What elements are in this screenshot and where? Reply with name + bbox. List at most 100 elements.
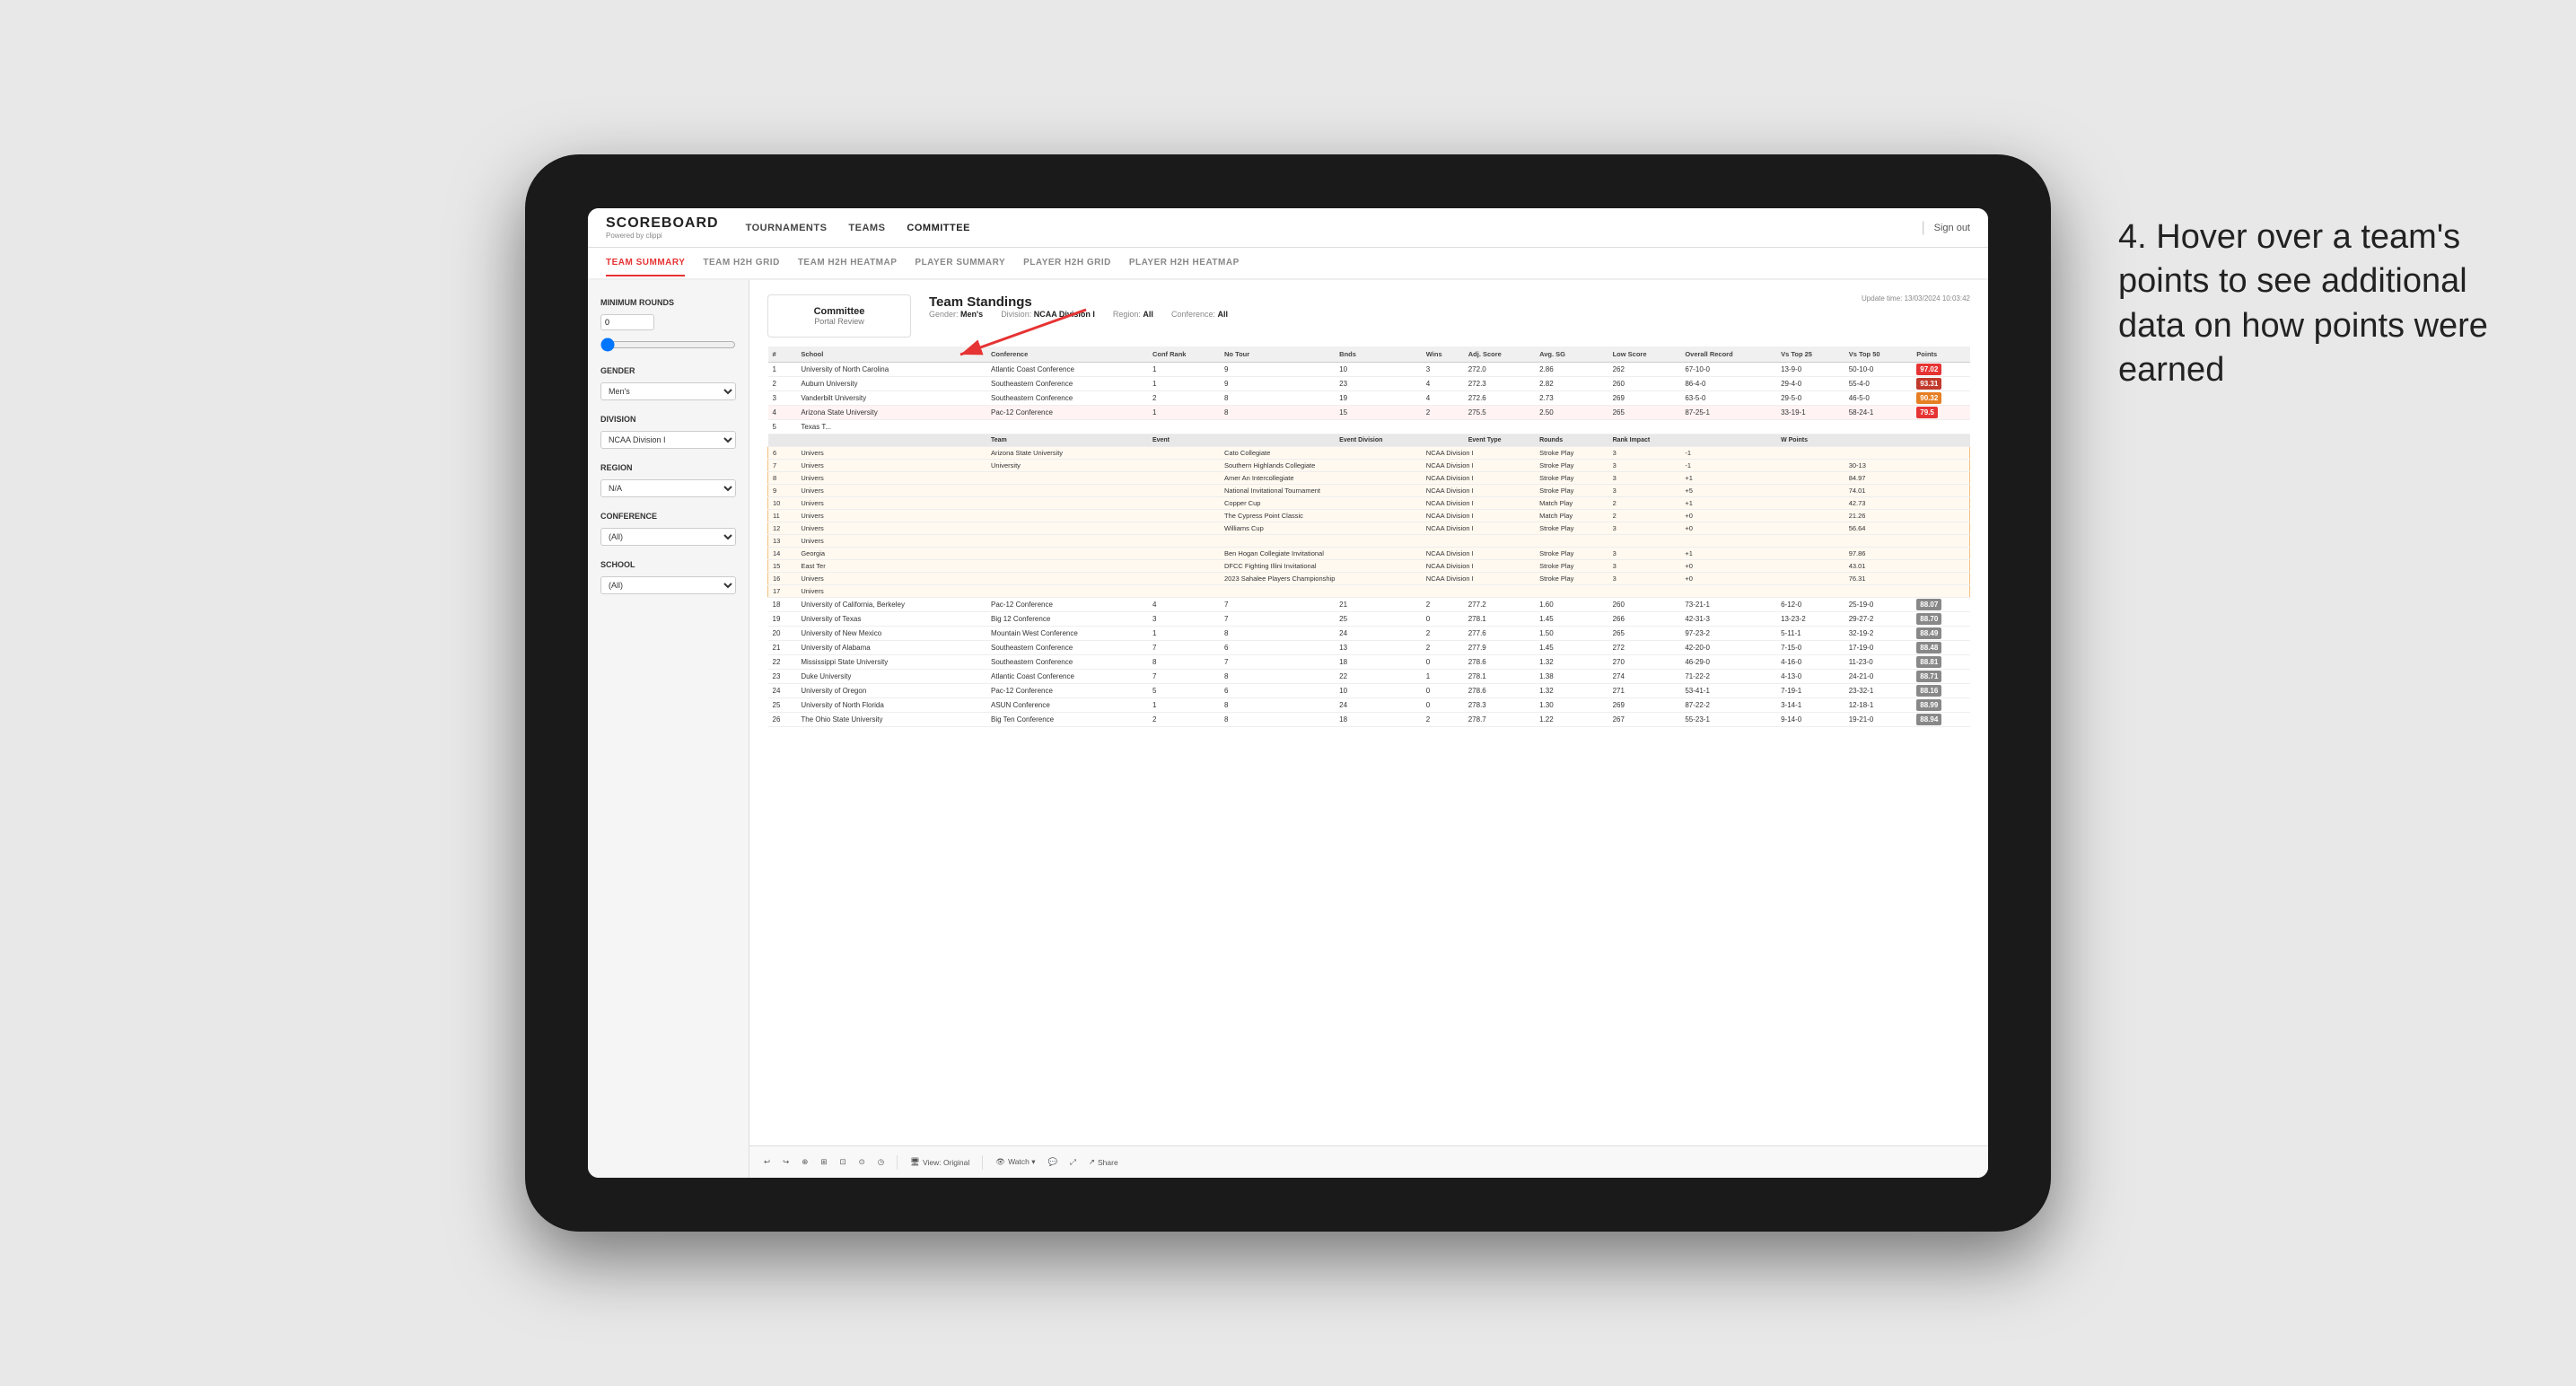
table-row: 1 University of North Carolina Atlantic … [768,363,1970,377]
table-row: 2 Auburn University Southeastern Confere… [768,377,1970,391]
col-avg-sg: Avg. SG [1535,346,1608,363]
watch-button[interactable]: 👁 Watch ▾ [995,1157,1035,1167]
col-wins: Wins [1422,346,1464,363]
sub-nav: TEAM SUMMARY TEAM H2H GRID TEAM H2H HEAT… [588,248,1988,280]
share-icon: ↗ [1089,1157,1095,1167]
col-no-tour: No Tour [1220,346,1335,363]
points-badge[interactable]: 90.32 [1916,392,1941,404]
min-rounds-title: Minimum Rounds [600,298,736,307]
tooltip-row: 14 Georgia Ben Hogan Collegiate Invitati… [768,548,1970,560]
expand-button[interactable]: ⤢ [1070,1157,1076,1167]
points-badge[interactable]: 88.49 [1916,627,1941,639]
conference-select[interactable]: (All) [600,528,736,546]
tab-player-h2h-grid[interactable]: PLAYER H2H GRID [1023,250,1111,276]
school-select[interactable]: (All) [600,576,736,594]
top-nav: SCOREBOARD Powered by clippi TOURNAMENTS… [588,208,1988,248]
tablet-screen: SCOREBOARD Powered by clippi TOURNAMENTS… [588,208,1988,1178]
col-conference: Conference [986,346,1148,363]
nav-tournaments[interactable]: TOURNAMENTS [746,219,828,237]
tab-player-h2h-heatmap[interactable]: PLAYER H2H HEATMAP [1129,250,1240,276]
table-row: 5 Texas T... [768,420,1970,434]
toolbar-separator-2 [982,1155,983,1170]
comment-button[interactable]: 💬 [1047,1157,1057,1167]
committee-portal-box: Committee Portal Review [767,294,911,338]
col-points: Points [1912,346,1969,363]
table-row: 25 University of North Florida ASUN Conf… [768,698,1970,713]
tooltip-row: 13 Univers [768,535,1970,548]
col-school: School [796,346,986,363]
nav-teams[interactable]: TEAMS [848,219,885,237]
logo: SCOREBOARD [606,215,719,232]
standings-title: Team Standings [929,294,1228,310]
region-section: Region N/A East West [600,463,736,497]
school-title: School [600,560,736,569]
left-panel: Minimum Rounds Gender Men's Women's Divi… [588,280,749,1178]
share-button[interactable]: ↗ Share [1089,1157,1118,1167]
view-icon: 🖥 [910,1157,920,1167]
tooltip-header-row: Team Event Event Division Event Type Rou… [768,434,1970,447]
tooltip-row: 7 Univers University Southern Highlands … [768,460,1970,472]
min-rounds-section: Minimum Rounds [600,298,736,352]
region-select[interactable]: N/A East West [600,479,736,497]
table-row: 19 University of Texas Big 12 Conference… [768,612,1970,627]
points-badge[interactable]: 88.81 [1916,656,1941,668]
division-filter: Division: NCAA Division I [1001,310,1095,319]
conference-section: Conference (All) [600,512,736,546]
clock-button[interactable]: ◷ [878,1157,884,1167]
tab-team-h2h-heatmap[interactable]: TEAM H2H HEATMAP [798,250,898,276]
points-badge[interactable]: 88.71 [1916,671,1941,682]
tooltip-row: 16 Univers 2023 Sahalee Players Champion… [768,573,1970,585]
sign-out-link[interactable]: Sign out [1934,223,1970,233]
tooltip-row: 15 East Ter DFCC Fighting Illini Invitat… [768,560,1970,573]
points-badge[interactable]: 97.02 [1916,364,1941,375]
division-title: Division [600,415,736,424]
min-rounds-slider[interactable] [600,338,736,352]
add-button[interactable]: ⊕ [802,1157,808,1167]
points-badge[interactable]: 88.94 [1916,714,1941,725]
table-row: 26 The Ohio State University Big Ten Con… [768,713,1970,727]
conference-filter: Conference: All [1171,310,1228,319]
redo-button[interactable]: ↪ [783,1157,789,1167]
col-adj-score: Adj. Score [1464,346,1535,363]
points-badge[interactable]: 88.16 [1916,685,1941,697]
table-row: 20 University of New Mexico Mountain Wes… [768,627,1970,641]
undo-button[interactable]: ↩ [764,1157,770,1167]
division-select[interactable]: NCAA Division I NCAA Division II NCAA Di… [600,431,736,449]
content-header: Committee Portal Review Team Standings G… [767,294,1970,338]
settings-button[interactable]: ⊙ [859,1157,865,1167]
gender-title: Gender [600,366,736,375]
nav-divider: | [1921,220,1924,236]
col-low-score: Low Score [1608,346,1681,363]
col-bnds: Bnds [1335,346,1422,363]
main-content: Minimum Rounds Gender Men's Women's Divi… [588,280,1988,1178]
points-badge[interactable]: 88.07 [1916,599,1941,610]
tab-player-summary[interactable]: PLAYER SUMMARY [915,250,1005,276]
tooltip-row: 6 Univers Arizona State University Cato … [768,447,1970,460]
points-badge[interactable]: 93.31 [1916,378,1941,390]
logo-sub: Powered by clippi [606,232,719,240]
committee-portal-title: Committee [814,306,865,317]
table-row: 18 University of California, Berkeley Pa… [768,598,1970,612]
points-badge-highlighted[interactable]: 79.5 [1916,407,1938,418]
table-row: 21 University of Alabama Southeastern Co… [768,641,1970,655]
table-row: 23 Duke University Atlantic Coast Confer… [768,670,1970,684]
tab-team-summary[interactable]: TEAM SUMMARY [606,250,685,276]
points-badge[interactable]: 88.48 [1916,642,1941,654]
view-button[interactable]: 🖥 View: Original [910,1157,969,1167]
gender-select[interactable]: Men's Women's [600,382,736,400]
layout-button[interactable]: ⊡ [840,1157,846,1167]
points-badge[interactable]: 88.70 [1916,613,1941,625]
min-rounds-input[interactable] [600,314,654,330]
annotation-text: 4. Hover over a team's points to see add… [2118,215,2495,393]
tooltip-row: 8 Univers Amer An Intercollegiate NCAA D… [768,472,1970,485]
points-badge[interactable]: 88.99 [1916,699,1941,711]
nav-committee[interactable]: COMMITTEE [907,219,970,237]
filter-row: Gender: Men's Division: NCAA Division I … [929,310,1228,319]
conference-title: Conference [600,512,736,521]
tooltip-row: 11 Univers The Cypress Point Classic NCA… [768,510,1970,522]
table-row: 22 Mississippi State University Southeas… [768,655,1970,670]
col-vs25: Vs Top 25 [1776,346,1844,363]
tab-team-h2h-grid[interactable]: TEAM H2H GRID [703,250,779,276]
annotation-area: 4. Hover over a team's points to see add… [2118,215,2495,393]
grid-button[interactable]: ⊞ [820,1157,827,1167]
